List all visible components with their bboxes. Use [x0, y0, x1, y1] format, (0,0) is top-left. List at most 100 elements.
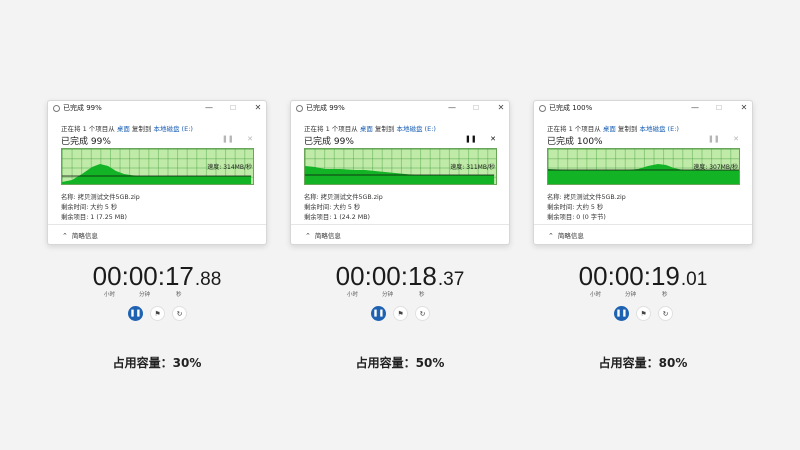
lap-button[interactable]: ⚑ [393, 306, 408, 321]
close-button[interactable]: ✕ [251, 102, 265, 114]
status-prefix: 正在将 1 个项目从 [547, 125, 603, 133]
destination-link[interactable]: 本地磁盘 (E:) [153, 125, 192, 133]
pause-icon[interactable]: ❚❚ [708, 134, 720, 144]
window-title: 已完成 99% [63, 104, 102, 112]
reset-button[interactable]: ↻ [172, 306, 187, 321]
status-mid: 复制到 [615, 125, 640, 133]
copy-app-icon [539, 105, 546, 112]
file-name: 名称: 拷贝测试文件5GB.zip [304, 194, 383, 201]
maximize-button[interactable]: ☐ [712, 102, 726, 114]
stopwatch-hundredths: .01 [680, 269, 708, 290]
pause-button[interactable]: ❚❚ [128, 306, 143, 321]
pause-icon[interactable]: ❚❚ [465, 134, 477, 144]
lap-button[interactable]: ⚑ [636, 306, 651, 321]
percent-complete: 已完成 99% [61, 137, 111, 147]
stopwatch-hundredths: .37 [437, 269, 465, 290]
cancel-icon[interactable]: ✕ [731, 134, 741, 144]
divider [534, 224, 752, 225]
minimize-button[interactable]: — [202, 102, 216, 114]
pause-button[interactable]: ❚❚ [614, 306, 629, 321]
capacity-caption: 占用容量：80% [598, 356, 688, 370]
stopwatch-time: 00:00:18.37 [290, 261, 510, 292]
source-link[interactable]: 桌面 [360, 125, 373, 133]
items-remaining: 剩余项目: 1 (24.2 MB) [304, 214, 371, 221]
source-link[interactable]: 桌面 [117, 125, 130, 133]
reset-button[interactable]: ↻ [658, 306, 673, 321]
unit-label-s: 秒 [419, 292, 425, 298]
pause-icon: ❚❚ [372, 309, 385, 317]
unit-label-h: 小时 [104, 292, 116, 298]
stopwatch-time: 00:00:17.88 [47, 261, 267, 292]
destination-link[interactable]: 本地磁盘 (E:) [639, 125, 678, 133]
copy-progress-dialog: 已完成 99% — ☐ ✕ 正在将 1 个项目从 桌面 复制到 本地磁盘 (E:) 已完成… [47, 100, 267, 245]
pause-button[interactable]: ❚❚ [371, 306, 386, 321]
cancel-icon[interactable]: ✕ [488, 134, 498, 144]
speed-label: 速度: 307MB/秒 [693, 164, 738, 171]
chevron-up-icon: ⌃ [62, 232, 68, 240]
time-remaining: 剩余时间: 大约 5 秒 [547, 204, 604, 211]
maximize-button[interactable]: ☐ [226, 102, 240, 114]
less-details-toggle[interactable]: ⌃ 简略信息 [548, 230, 584, 240]
reset-icon: ↻ [419, 310, 426, 318]
destination-link[interactable]: 本地磁盘 (E:) [396, 125, 435, 133]
speed-label: 速度: 311MB/秒 [450, 164, 495, 171]
time-remaining: 剩余时间: 大约 5 秒 [304, 204, 361, 211]
unit-label-s: 秒 [176, 292, 182, 298]
less-details-toggle[interactable]: ⌃ 简略信息 [62, 230, 98, 240]
copy-panel: 已完成 99% — ☐ ✕ 正在将 1 个项目从 桌面 复制到 本地磁盘 (E:) 已完成… [290, 100, 510, 446]
stopwatch-hundredths: .88 [194, 269, 222, 290]
copy-app-icon [296, 105, 303, 112]
close-button[interactable]: ✕ [494, 102, 508, 114]
reset-icon: ↻ [176, 310, 183, 318]
lap-button[interactable]: ⚑ [150, 306, 165, 321]
close-button[interactable]: ✕ [737, 102, 751, 114]
unit-label-m: 分钟 [625, 292, 637, 298]
stopwatch-main: 00:00:19 [578, 261, 680, 291]
stopwatch-main: 00:00:18 [335, 261, 437, 291]
copy-progress-dialog: 已完成 100% — ☐ ✕ 正在将 1 个项目从 桌面 复制到 本地磁盘 (E:) 已完… [533, 100, 753, 245]
reset-button[interactable]: ↻ [415, 306, 430, 321]
source-link[interactable]: 桌面 [603, 125, 616, 133]
capacity-caption: 占用容量：50% [355, 356, 445, 370]
speed-label: 速度: 314MB/秒 [207, 164, 252, 171]
chevron-up-icon: ⌃ [548, 232, 554, 240]
cancel-icon[interactable]: ✕ [245, 134, 255, 144]
unit-label-m: 分钟 [382, 292, 394, 298]
unit-label-s: 秒 [662, 292, 668, 298]
stopwatch-time: 00:00:19.01 [533, 261, 753, 292]
unit-label-h: 小时 [347, 292, 359, 298]
pause-icon: ❚❚ [615, 309, 628, 317]
copy-status-text: 正在将 1 个项目从 桌面 复制到 本地磁盘 (E:) [547, 123, 679, 133]
stopwatch-main: 00:00:17 [92, 261, 194, 291]
pause-icon[interactable]: ❚❚ [222, 134, 234, 144]
flag-icon: ⚑ [397, 310, 404, 318]
less-details-toggle[interactable]: ⌃ 简略信息 [305, 230, 341, 240]
copy-panel: 已完成 100% — ☐ ✕ 正在将 1 个项目从 桌面 复制到 本地磁盘 (E:) 已完… [533, 100, 753, 446]
items-remaining: 剩余项目: 1 (7.25 MB) [61, 214, 128, 221]
percent-complete: 已完成 100% [547, 137, 603, 147]
flag-icon: ⚑ [154, 310, 161, 318]
title-bar: 已完成 99% — ☐ ✕ [291, 101, 509, 117]
title-bar: 已完成 99% — ☐ ✕ [48, 101, 266, 117]
copy-progress-dialog: 已完成 99% — ☐ ✕ 正在将 1 个项目从 桌面 复制到 本地磁盘 (E:) 已完成… [290, 100, 510, 245]
minimize-button[interactable]: — [445, 102, 459, 114]
divider [48, 224, 266, 225]
status-mid: 复制到 [129, 125, 154, 133]
percent-complete: 已完成 99% [304, 137, 354, 147]
less-details-label: 简略信息 [71, 232, 98, 240]
divider [291, 224, 509, 225]
less-details-label: 简略信息 [557, 232, 584, 240]
file-name: 名称: 拷贝测试文件5GB.zip [61, 194, 140, 201]
window-title: 已完成 100% [549, 104, 593, 112]
status-mid: 复制到 [372, 125, 397, 133]
copy-status-text: 正在将 1 个项目从 桌面 复制到 本地磁盘 (E:) [304, 123, 436, 133]
title-bar: 已完成 100% — ☐ ✕ [534, 101, 752, 117]
minimize-button[interactable]: — [688, 102, 702, 114]
items-remaining: 剩余项目: 0 (0 字节) [547, 214, 606, 221]
window-title: 已完成 99% [306, 104, 345, 112]
time-remaining: 剩余时间: 大约 5 秒 [61, 204, 118, 211]
flag-icon: ⚑ [640, 310, 647, 318]
maximize-button[interactable]: ☐ [469, 102, 483, 114]
reset-icon: ↻ [662, 310, 669, 318]
copy-panel: 已完成 99% — ☐ ✕ 正在将 1 个项目从 桌面 复制到 本地磁盘 (E:) 已完成… [47, 100, 267, 446]
